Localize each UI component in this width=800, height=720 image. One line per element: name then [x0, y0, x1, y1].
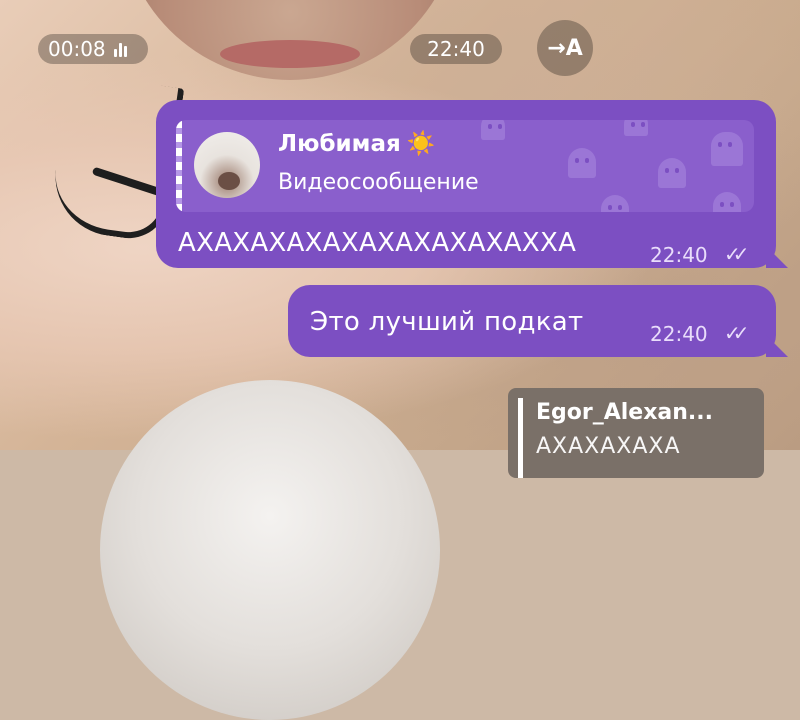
message-text: АХАХАХАХАХАХАХАХАХАХХА — [178, 228, 577, 258]
video-time-badge: 22:40 — [410, 34, 502, 64]
translate-button[interactable]: →A — [537, 20, 593, 76]
reply-preview[interactable]: Любимая ☀️ Видеосообщение — [176, 120, 754, 212]
read-status-icon: ✓✓ — [724, 321, 749, 345]
reply-type: Видеосообщение — [278, 170, 479, 195]
reply-card[interactable]: Egor_Alexan... АХАХАХАХА — [508, 388, 764, 478]
message-text: Это лучший подкат — [310, 307, 584, 337]
reply-avatar — [194, 132, 260, 198]
translate-icon: →A — [547, 35, 583, 61]
ghost-pattern-icon — [568, 148, 596, 178]
sun-emoji-icon: ☀️ — [406, 131, 436, 157]
audio-level-icon — [113, 41, 127, 57]
video-face-detail — [220, 40, 360, 68]
video-duration: 00:08 — [48, 37, 106, 61]
reply-card-bar — [518, 398, 523, 478]
reply-card-name: Egor_Alexan... — [536, 400, 713, 425]
ghost-pattern-icon — [711, 132, 743, 166]
video-duration-badge: 00:08 — [38, 34, 148, 64]
message-time: 22:40 — [650, 322, 708, 346]
ghost-pattern-icon — [481, 120, 505, 140]
video-message-bottom[interactable] — [100, 380, 440, 720]
message-bubble-2[interactable]: Это лучший подкат 22:40 ✓✓ — [288, 285, 788, 357]
read-status-icon: ✓✓ — [724, 242, 749, 266]
reply-accent-bar — [176, 120, 182, 212]
video-time: 22:40 — [427, 37, 485, 61]
reply-sender: Любимая ☀️ — [278, 130, 435, 157]
reply-card-preview: АХАХАХАХА — [536, 434, 681, 459]
ghost-pattern-icon — [624, 120, 648, 136]
ghost-pattern-icon — [713, 192, 741, 212]
message-time: 22:40 — [650, 243, 708, 267]
message-bubble-1[interactable]: Любимая ☀️ Видеосообщение АХАХАХАХАХАХАХА… — [156, 100, 788, 268]
ghost-pattern-icon — [601, 195, 629, 212]
ghost-pattern-icon — [658, 158, 686, 188]
reply-sender-name: Любимая — [278, 131, 401, 157]
